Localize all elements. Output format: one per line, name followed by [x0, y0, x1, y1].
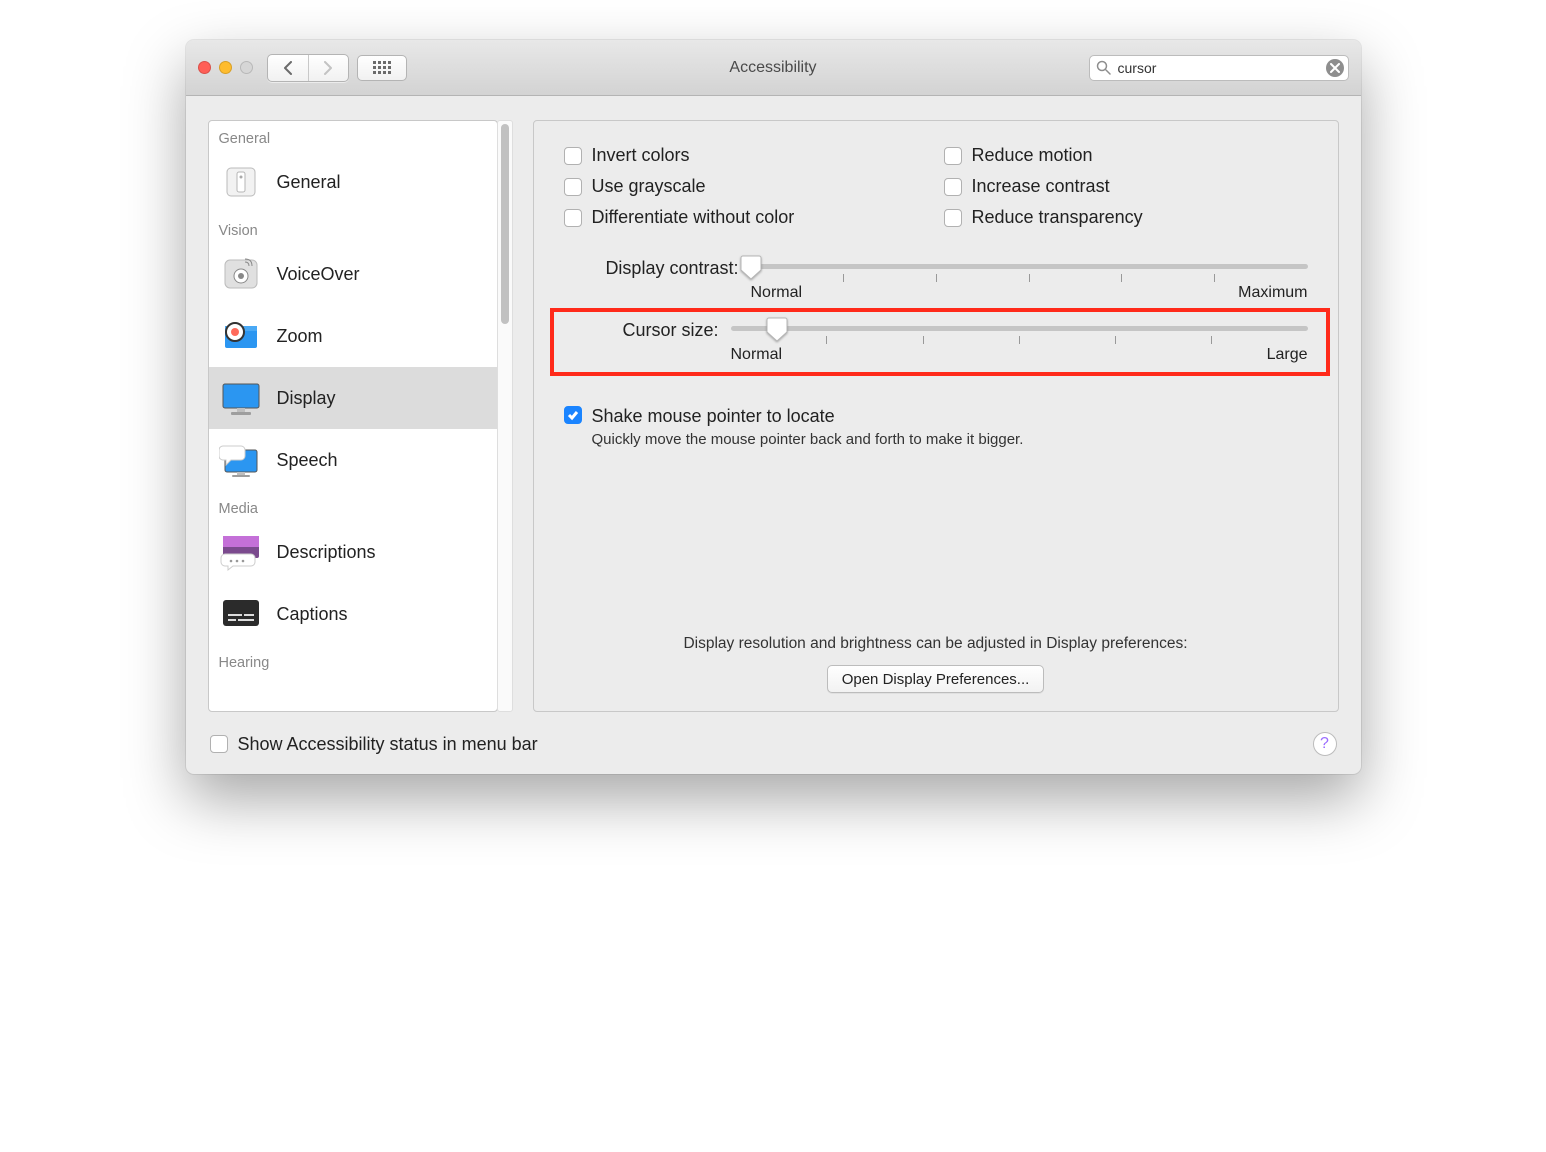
display-contrast-row: Display contrast: Normal [564, 256, 1308, 302]
checkbox-icon [564, 178, 582, 196]
slider-knob[interactable] [766, 316, 788, 340]
checkbox-icon [944, 147, 962, 165]
general-icon [217, 161, 265, 203]
shake-pointer-checkbox[interactable]: Shake mouse pointer to locate Quickly mo… [564, 406, 1308, 448]
window-controls [198, 61, 253, 74]
shake-pointer-label: Shake mouse pointer to locate [592, 406, 1024, 427]
shake-pointer-desc: Quickly move the mouse pointer back and … [592, 431, 1024, 448]
zoom-icon [217, 315, 265, 357]
checkbox-label: Reduce transparency [972, 207, 1143, 228]
sidebar-group-vision: Vision [209, 213, 497, 243]
sidebar-item-voiceover[interactable]: VoiceOver [209, 243, 497, 305]
x-icon [1330, 63, 1340, 73]
checkbox-icon [944, 178, 962, 196]
grid-icon [373, 61, 391, 74]
display-icon [217, 377, 265, 419]
invert-colors-checkbox[interactable]: Invert colors [564, 145, 934, 166]
open-display-preferences-button[interactable]: Open Display Preferences... [827, 665, 1045, 693]
sidebar-item-label: General [277, 172, 341, 193]
sidebar-item-label: Zoom [277, 326, 323, 347]
scrollbar-thumb[interactable] [501, 124, 509, 324]
cursor-size-slider[interactable] [731, 318, 1308, 340]
increase-contrast-checkbox[interactable]: Increase contrast [944, 176, 1308, 197]
checkbox-label: Invert colors [592, 145, 690, 166]
sidebar-group-media: Media [209, 491, 497, 521]
voiceover-icon [217, 253, 265, 295]
display-contrast-slider[interactable] [751, 256, 1308, 278]
minimize-window-button[interactable] [219, 61, 232, 74]
sidebar-item-speech[interactable]: Speech [209, 429, 497, 491]
titlebar: Accessibility [186, 40, 1361, 96]
sidebar-item-captions[interactable]: Captions [209, 583, 497, 645]
slider-max-caption: Large [1267, 346, 1308, 364]
display-contrast-label: Display contrast: [564, 256, 739, 279]
main-panel: Invert colors Reduce motion Use grayscal… [533, 120, 1339, 712]
show-all-button[interactable] [357, 55, 407, 81]
sidebar-item-label: Captions [277, 604, 348, 625]
sidebar-item-label: VoiceOver [277, 264, 360, 285]
search-wrap [1089, 55, 1349, 81]
sidebar: General General Vision Voi [208, 120, 498, 712]
sidebar-group-hearing: Hearing [209, 645, 497, 675]
sidebar-item-label: Display [277, 388, 336, 409]
checkbox-icon [564, 147, 582, 165]
sidebar-item-general[interactable]: General [209, 151, 497, 213]
clear-search-button[interactable] [1326, 59, 1344, 77]
slider-max-caption: Maximum [1238, 284, 1307, 302]
checkbox-label: Increase contrast [972, 176, 1110, 197]
checkbox-icon [210, 735, 228, 753]
slider-knob[interactable] [740, 254, 762, 278]
search-input[interactable] [1089, 55, 1349, 81]
question-mark-icon: ? [1320, 735, 1329, 753]
nav-buttons [267, 54, 349, 82]
zoom-window-button[interactable] [240, 61, 253, 74]
checkbox-label: Use grayscale [592, 176, 706, 197]
differentiate-without-color-checkbox[interactable]: Differentiate without color [564, 207, 934, 228]
search-icon [1096, 60, 1111, 80]
slider-min-caption: Normal [731, 346, 783, 364]
reduce-motion-checkbox[interactable]: Reduce motion [944, 145, 1308, 166]
sidebar-item-zoom[interactable]: Zoom [209, 305, 497, 367]
sidebar-scrollbar[interactable] [497, 120, 513, 712]
checkbox-icon [944, 209, 962, 227]
forward-button[interactable] [308, 55, 348, 81]
speech-icon [217, 439, 265, 481]
sidebar-item-label: Speech [277, 450, 338, 471]
checkbox-label: Reduce motion [972, 145, 1093, 166]
sidebar-item-display[interactable]: Display [209, 367, 497, 429]
use-grayscale-checkbox[interactable]: Use grayscale [564, 176, 934, 197]
descriptions-icon [217, 531, 265, 573]
display-preferences-note: Display resolution and brightness can be… [564, 635, 1308, 653]
sidebar-group-general: General [209, 121, 497, 151]
checkbox-label: Differentiate without color [592, 207, 795, 228]
cursor-size-row: Cursor size: [564, 318, 1308, 364]
checkbox-icon [564, 209, 582, 227]
checkbox-icon [564, 406, 582, 424]
cursor-size-highlight: Cursor size: [550, 308, 1330, 376]
checkbox-label: Show Accessibility status in menu bar [238, 734, 538, 755]
sidebar-item-label: Descriptions [277, 542, 376, 563]
reduce-transparency-checkbox[interactable]: Reduce transparency [944, 207, 1308, 228]
sidebar-item-descriptions[interactable]: Descriptions [209, 521, 497, 583]
help-button[interactable]: ? [1313, 732, 1337, 756]
close-window-button[interactable] [198, 61, 211, 74]
cursor-size-label: Cursor size: [564, 318, 719, 341]
accessibility-window: Accessibility General [186, 40, 1361, 774]
show-status-in-menu-bar-checkbox[interactable]: Show Accessibility status in menu bar [210, 734, 538, 755]
back-button[interactable] [268, 55, 308, 81]
slider-min-caption: Normal [751, 284, 803, 302]
captions-icon [217, 593, 265, 635]
